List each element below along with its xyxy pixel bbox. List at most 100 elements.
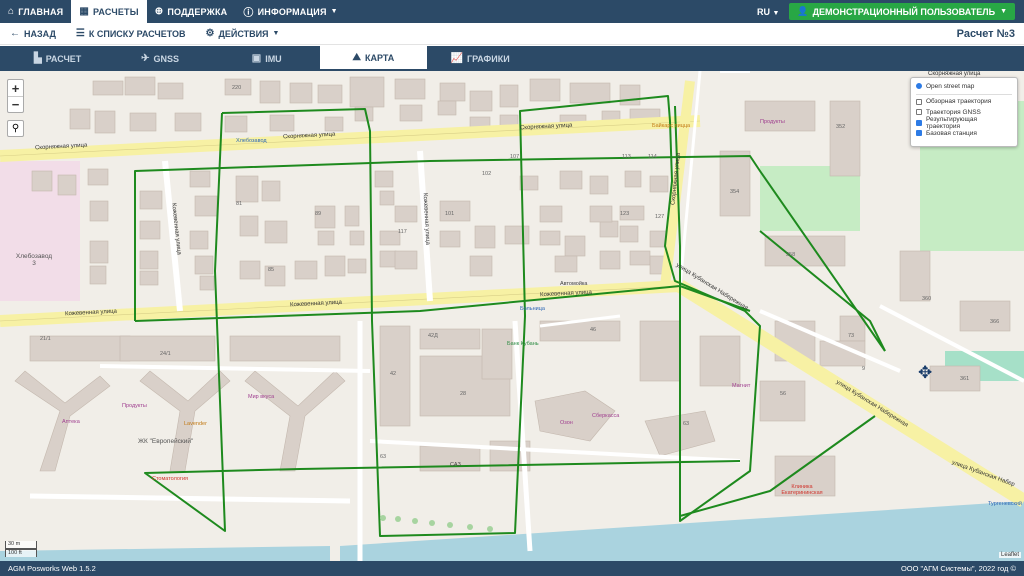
back-label: НАЗАД	[24, 28, 56, 39]
attribution-link[interactable]: Leaflet	[998, 552, 1021, 558]
nav-home[interactable]: ⌂ ГЛАВНАЯ	[0, 0, 71, 23]
poi-produkty[interactable]: Продукты	[122, 403, 147, 409]
top-navbar: ⌂ ГЛАВНАЯ ▦ РАСЧЕТЫ ⊕ ПОДДЕРЖКА ⓘ ИНФОРМАЦИЯ…	[0, 0, 1024, 23]
actions-dropdown[interactable]: ⚙ ДЕЙСТВИЯ ▼	[195, 28, 289, 39]
nav-support[interactable]: ⊕ ПОДДЕРЖКА	[147, 0, 236, 23]
zoom-out-button[interactable]: −	[8, 96, 23, 112]
poi-apteka[interactable]: Аптека	[62, 419, 80, 425]
poi-lavender[interactable]: Lavender	[184, 421, 207, 427]
app-version: AGM Posworks Web 1.5.2	[8, 564, 96, 573]
house-number: 102	[482, 171, 492, 177]
poi-mir-vkusa[interactable]: Мир вкуса	[248, 394, 274, 400]
to-list-label: К СПИСКУ РАСЧЕТОВ	[88, 28, 186, 39]
tab-label: КАРТА	[364, 52, 395, 63]
poi-stomatologiya[interactable]: Стоматология	[152, 476, 188, 482]
poi-avtomoyka[interactable]: Автомойка	[560, 281, 587, 287]
caret-down-icon: ▼	[772, 9, 780, 17]
satellite-icon: ✈	[141, 53, 150, 64]
tab-label: IMU	[265, 53, 282, 64]
user-menu-button[interactable]: 👤 ДЕМОНСТРАЦИОННЫЙ ПОЛЬЗОВАТЕЛЬ ▼	[789, 3, 1015, 20]
nav-info-dropdown[interactable]: ⓘ ИНФОРМАЦИЯ ▼	[235, 0, 345, 23]
house-number: 358	[786, 252, 796, 258]
tab-label: ГРАФИКИ	[466, 53, 510, 64]
house-number: 101	[445, 211, 455, 217]
home-icon: ⌂	[8, 6, 15, 17]
calc-icon: ▙	[34, 53, 42, 64]
house-number: 123	[620, 211, 630, 217]
tab-label: GNSS	[153, 53, 179, 64]
house-number: 352	[836, 124, 846, 130]
house-number: 42Д	[428, 333, 438, 339]
language-label: RU	[756, 6, 770, 17]
list-icon: ☰	[75, 28, 85, 39]
house-number: 63	[683, 421, 690, 427]
back-button[interactable]: ← НАЗАД	[0, 28, 66, 39]
tab-calculation[interactable]: ▙ РАСЧЕТ	[0, 46, 107, 71]
base-layer-option[interactable]: Open street map	[916, 81, 1012, 92]
tab-map[interactable]: ⛰ КАРТА	[320, 46, 427, 71]
house-number: 46	[590, 327, 597, 333]
footer: AGM Posworks Web 1.5.2 ООО "АГМ Системы"…	[0, 561, 1024, 576]
checkbox[interactable]	[916, 109, 922, 116]
imu-icon: ▣	[251, 53, 262, 64]
map-scale: 30 m 100 ft	[5, 541, 37, 557]
tab-charts[interactable]: 📈 ГРАФИКИ	[427, 46, 534, 71]
caret-down-icon: ▼	[1000, 8, 1007, 15]
poi-bank[interactable]: Банк Кубань	[507, 341, 539, 347]
tab-bar: ▙ РАСЧЕТ ✈ GNSS ▣ IMU ⛰ КАРТА 📈 ГРАФИКИ	[0, 46, 1024, 71]
poi-bus-stop[interactable]: Хлебозавод	[236, 138, 267, 144]
draw-icon: ⚲	[11, 123, 20, 134]
nav-calculations-label: РАСЧЕТЫ	[92, 6, 139, 17]
poi-clinic[interactable]: Клиника Екатерининская	[772, 484, 832, 496]
tab-gnss[interactable]: ✈ GNSS	[107, 46, 214, 71]
house-number: 107	[510, 154, 520, 160]
checkbox[interactable]	[916, 98, 922, 105]
layers-divider	[916, 93, 1012, 95]
house-number: 220	[232, 85, 242, 91]
layers-control: Open street map Обзорная траектория Трае…	[910, 77, 1018, 147]
area-label: Хлебозавод 3	[15, 253, 53, 267]
radio-button[interactable]	[916, 83, 922, 90]
house-number: 85	[268, 267, 275, 273]
house-number: 21/1	[40, 336, 51, 342]
residential-complex	[14, 370, 716, 472]
poi-produkty[interactable]: Продукты	[760, 119, 785, 125]
poi-post[interactable]: САЗ	[450, 462, 461, 468]
layer-overview-trajectory[interactable]: Обзорная траектория	[916, 97, 1012, 108]
user-icon: 👤	[797, 6, 809, 16]
poi-ozon[interactable]: Озон	[560, 420, 573, 426]
poi-magnit[interactable]: Магнит	[732, 383, 750, 389]
nav-support-label: ПОДДЕРЖКА	[167, 6, 228, 17]
map-view[interactable]: + − ⚲ Скорняжная улица Скорняжная улица …	[0, 71, 1024, 561]
actions-label: ДЕЙСТВИЯ	[218, 28, 269, 39]
to-list-button[interactable]: ☰ К СПИСКУ РАСЧЕТОВ	[66, 28, 196, 39]
layer-result-trajectory[interactable]: Результирующая траектория	[916, 115, 1012, 130]
page-title: Расчет №3	[956, 27, 1015, 40]
checkbox[interactable]	[916, 130, 922, 137]
layer-label: Результирующая траектория	[926, 115, 977, 130]
checkbox[interactable]	[916, 119, 922, 126]
tab-imu[interactable]: ▣ IMU	[213, 46, 320, 71]
zoom-in-button[interactable]: +	[8, 80, 23, 96]
house-number: 117	[398, 229, 407, 235]
house-number: 89	[315, 211, 322, 217]
base-station-marker[interactable]: ✥	[918, 363, 932, 383]
tab-label: РАСЧЕТ	[45, 53, 82, 64]
house-number: 127	[655, 214, 665, 220]
chart-icon: 📈	[450, 53, 463, 64]
zoom-control: + −	[7, 79, 24, 113]
layer-label: Обзорная траектория	[926, 98, 992, 106]
poi-sberkassa[interactable]: Сберкасса	[592, 413, 619, 419]
language-select[interactable]: RU ▼	[747, 7, 789, 17]
house-number: 360	[922, 296, 932, 302]
house-number: 114	[648, 154, 657, 160]
map-icon: ⛰	[352, 52, 361, 63]
draw-tool-button[interactable]: ⚲	[7, 120, 24, 137]
nav-calculations[interactable]: ▦ РАСЧЕТЫ	[71, 0, 147, 23]
caret-down-icon: ▼	[272, 30, 280, 37]
poi-bus-stop[interactable]: Больница	[520, 306, 545, 312]
poi-bus-stop[interactable]: Тургеневский	[988, 501, 1022, 507]
house-number: 28	[460, 391, 467, 397]
poi-pizza[interactable]: Байкарс пицца	[652, 123, 690, 129]
support-icon: ⊕	[154, 6, 164, 17]
